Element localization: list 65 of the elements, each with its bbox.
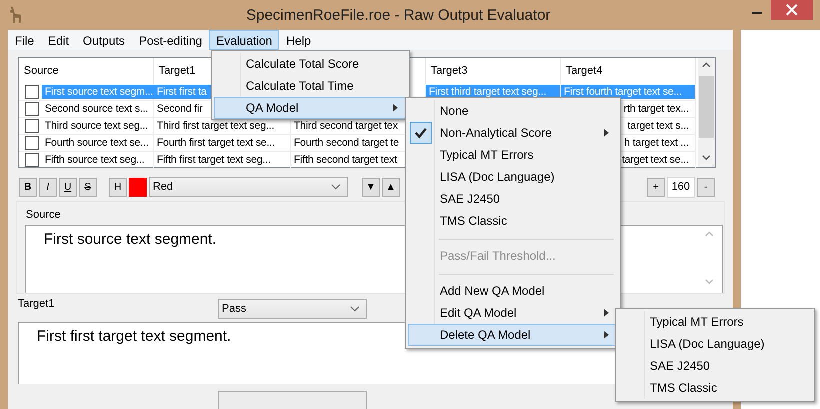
table-cell-text: Fifth source text seg... <box>44 153 146 168</box>
table-cell-text: Third second target tex <box>293 119 399 134</box>
format-button[interactable]: S <box>79 178 97 196</box>
menu-item[interactable]: Typical MT Errors <box>408 144 618 166</box>
scrollbar[interactable] <box>698 58 715 167</box>
menu-item[interactable]: Help <box>279 30 318 50</box>
format-button[interactable]: U <box>59 178 77 196</box>
column-header[interactable]: Target4 <box>561 58 696 84</box>
table-cell-text: h target text ... <box>623 136 690 151</box>
table-cell-text: rth target tex... <box>622 102 690 117</box>
format-button[interactable]: I <box>39 178 57 196</box>
column-header[interactable]: Target3 <box>426 58 561 84</box>
table-cell-text: Fourth source text se... <box>44 136 150 151</box>
panel-label: Target1 <box>18 298 56 310</box>
table-cell-text: Second fir <box>156 102 204 117</box>
table-cell-text: target text s... <box>626 119 690 134</box>
caret-right-icon <box>604 331 609 339</box>
checkbox[interactable] <box>25 85 39 99</box>
panel-label: Source <box>26 209 61 221</box>
format-button[interactable]: B <box>19 178 37 196</box>
table-cell-text: Third first target text seg... <box>156 119 276 134</box>
table-cell-text: Fifth first target text seg... <box>156 153 272 168</box>
chevron-down-icon <box>331 184 341 190</box>
menu-item[interactable]: LISA (Doc Language) <box>408 166 618 188</box>
checkbox[interactable] <box>25 119 39 133</box>
zoom-out-button[interactable]: - <box>697 178 715 196</box>
menu-item[interactable]: None <box>408 100 618 122</box>
color-swatch[interactable] <box>129 178 147 196</box>
menu-item[interactable]: Edit QA Model <box>408 302 618 324</box>
table-cell-text: Fourth first target text se... <box>156 136 276 151</box>
column-header[interactable]: Source <box>19 58 154 84</box>
menu-item[interactable]: Evaluation <box>209 30 280 50</box>
menu-item[interactable]: Post-editing <box>132 30 210 50</box>
move-button[interactable]: ▼ <box>362 178 380 196</box>
caret-right-icon <box>604 129 609 137</box>
menu-item[interactable]: QA Model <box>214 97 407 119</box>
menu-item[interactable]: Outputs <box>76 30 132 50</box>
menu-item[interactable]: File <box>8 30 42 50</box>
window-title: SpecimenRoeFile.roe - Raw Output Evaluator <box>246 6 552 24</box>
highlight-button[interactable]: H <box>109 178 127 196</box>
table-cell: First source text segm... <box>42 85 156 99</box>
table-cell-text: Second source text s... <box>44 102 150 117</box>
table-cell-text: Fifth second target text <box>293 153 398 168</box>
status-dropdown[interactable]: Pass <box>218 298 367 319</box>
move-button[interactable]: ▲ <box>382 178 400 196</box>
table-cell-text: target text se... <box>621 153 690 168</box>
menu-item[interactable]: Calculate Total Score <box>214 53 407 75</box>
zoom-in-button[interactable]: + <box>647 178 665 196</box>
color-dropdown[interactable]: Red <box>149 177 348 197</box>
menu-item[interactable]: Edit <box>41 30 76 50</box>
table-cell-text: Third source text seg... <box>44 119 150 134</box>
menu-item[interactable]: SAE J2450 <box>408 188 618 210</box>
close-icon[interactable] <box>771 0 813 20</box>
caret-right-icon <box>604 309 609 317</box>
caret-right-icon <box>393 104 398 112</box>
checkbox[interactable] <box>25 102 39 116</box>
zoom-value: 160 <box>667 176 695 198</box>
menu-item[interactable]: Non-Analytical Score <box>408 122 618 144</box>
table-cell-text: Fourth second target te <box>293 136 400 151</box>
deer-icon <box>9 6 23 24</box>
menu-item[interactable]: Delete QA Model <box>408 324 618 346</box>
chevron-down-icon <box>350 306 360 312</box>
table-cell: First fourth target text se... <box>561 85 695 99</box>
checkbox[interactable] <box>25 153 39 167</box>
checkbox[interactable] <box>25 136 39 150</box>
